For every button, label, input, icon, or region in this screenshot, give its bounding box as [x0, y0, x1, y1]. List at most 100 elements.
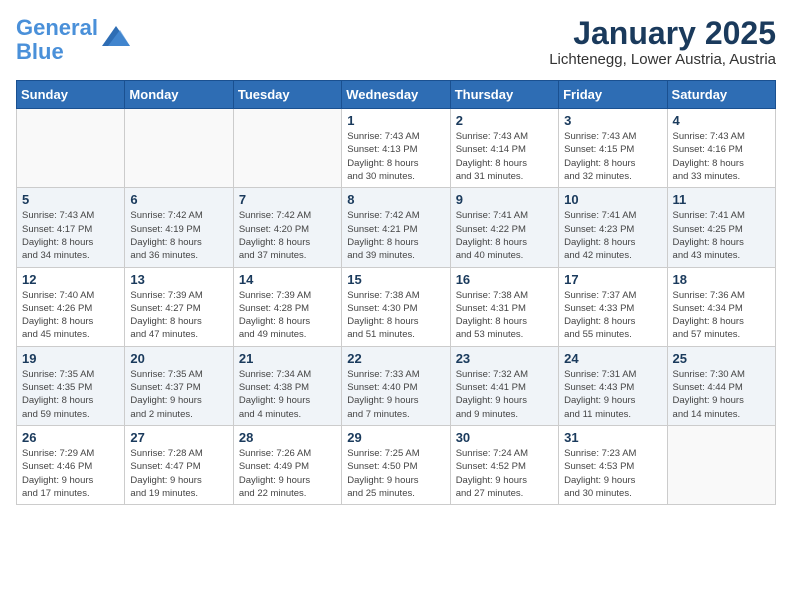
day-detail: Sunrise: 7:41 AMSunset: 4:23 PMDaylight:… — [564, 209, 661, 262]
day-cell: 21 Sunrise: 7:34 AMSunset: 4:38 PMDayligh… — [233, 346, 341, 425]
logo-icon — [102, 24, 130, 46]
day-cell: 22 Sunrise: 7:33 AMSunset: 4:40 PMDayligh… — [342, 346, 450, 425]
logo-text: General Blue — [16, 16, 98, 64]
day-number: 11 — [673, 192, 770, 207]
day-cell: 16 Sunrise: 7:38 AMSunset: 4:31 PMDayligh… — [450, 267, 558, 346]
day-header-saturday: Saturday — [667, 81, 775, 109]
week-row-1: 5 Sunrise: 7:43 AMSunset: 4:17 PMDaylight… — [17, 188, 776, 267]
day-detail: Sunrise: 7:29 AMSunset: 4:46 PMDaylight:… — [22, 447, 119, 500]
day-detail: Sunrise: 7:43 AMSunset: 4:13 PMDaylight:… — [347, 130, 444, 183]
day-cell: 10 Sunrise: 7:41 AMSunset: 4:23 PMDayligh… — [559, 188, 667, 267]
day-number: 5 — [22, 192, 119, 207]
day-number: 25 — [673, 351, 770, 366]
day-detail: Sunrise: 7:41 AMSunset: 4:22 PMDaylight:… — [456, 209, 553, 262]
day-number: 27 — [130, 430, 227, 445]
day-detail: Sunrise: 7:35 AMSunset: 4:35 PMDaylight:… — [22, 368, 119, 421]
day-detail: Sunrise: 7:32 AMSunset: 4:41 PMDaylight:… — [456, 368, 553, 421]
day-detail: Sunrise: 7:39 AMSunset: 4:28 PMDaylight:… — [239, 289, 336, 342]
day-detail: Sunrise: 7:33 AMSunset: 4:40 PMDaylight:… — [347, 368, 444, 421]
day-cell: 18Sunrise: 7:36 AMSunset: 4:34 PMDayligh… — [667, 267, 775, 346]
week-row-2: 12 Sunrise: 7:40 AMSunset: 4:26 PMDayligh… — [17, 267, 776, 346]
month-title: January 2025 — [549, 16, 776, 51]
day-number: 16 — [456, 272, 553, 287]
day-number: 2 — [456, 113, 553, 128]
day-detail: Sunrise: 7:28 AMSunset: 4:47 PMDaylight:… — [130, 447, 227, 500]
day-number: 26 — [22, 430, 119, 445]
day-detail: Sunrise: 7:41 AMSunset: 4:25 PMDaylight:… — [673, 209, 770, 262]
day-detail: Sunrise: 7:40 AMSunset: 4:26 PMDaylight:… — [22, 289, 119, 342]
day-cell: 25 Sunrise: 7:30 AMSunset: 4:44 PMDayligh… — [667, 346, 775, 425]
day-cell: 2 Sunrise: 7:43 AMSunset: 4:14 PMDaylight… — [450, 109, 558, 188]
title-section: January 2025 Lichtenegg, Lower Austria, … — [549, 16, 776, 68]
day-number: 22 — [347, 351, 444, 366]
day-number: 19 — [22, 351, 119, 366]
day-detail: Sunrise: 7:43 AMSunset: 4:15 PMDaylight:… — [564, 130, 661, 183]
day-cell: 30Sunrise: 7:24 AMSunset: 4:52 PMDayligh… — [450, 425, 558, 504]
day-number: 6 — [130, 192, 227, 207]
day-header-monday: Monday — [125, 81, 233, 109]
day-cell: 7Sunrise: 7:42 AMSunset: 4:20 PMDaylight… — [233, 188, 341, 267]
day-cell — [17, 109, 125, 188]
day-number: 9 — [456, 192, 553, 207]
day-header-wednesday: Wednesday — [342, 81, 450, 109]
day-cell: 15Sunrise: 7:38 AMSunset: 4:30 PMDayligh… — [342, 267, 450, 346]
day-detail: Sunrise: 7:23 AMSunset: 4:53 PMDaylight:… — [564, 447, 661, 500]
day-header-friday: Friday — [559, 81, 667, 109]
day-number: 8 — [347, 192, 444, 207]
day-number: 7 — [239, 192, 336, 207]
day-header-thursday: Thursday — [450, 81, 558, 109]
day-cell: 27 Sunrise: 7:28 AMSunset: 4:47 PMDayligh… — [125, 425, 233, 504]
day-number: 17 — [564, 272, 661, 287]
day-header-sunday: Sunday — [17, 81, 125, 109]
day-cell: 12 Sunrise: 7:40 AMSunset: 4:26 PMDayligh… — [17, 267, 125, 346]
day-detail: Sunrise: 7:43 AMSunset: 4:14 PMDaylight:… — [456, 130, 553, 183]
day-detail: Sunrise: 7:43 AMSunset: 4:17 PMDaylight:… — [22, 209, 119, 262]
day-detail: Sunrise: 7:43 AMSunset: 4:16 PMDaylight:… — [673, 130, 770, 183]
day-number: 10 — [564, 192, 661, 207]
day-cell: 29 Sunrise: 7:25 AMSunset: 4:50 PMDayligh… — [342, 425, 450, 504]
day-number: 21 — [239, 351, 336, 366]
day-number: 29 — [347, 430, 444, 445]
day-detail: Sunrise: 7:35 AMSunset: 4:37 PMDaylight:… — [130, 368, 227, 421]
day-number: 24 — [564, 351, 661, 366]
day-cell: 24 Sunrise: 7:31 AMSunset: 4:43 PMDayligh… — [559, 346, 667, 425]
day-cell: 23 Sunrise: 7:32 AMSunset: 4:41 PMDayligh… — [450, 346, 558, 425]
day-detail: Sunrise: 7:25 AMSunset: 4:50 PMDaylight:… — [347, 447, 444, 500]
day-detail: Sunrise: 7:34 AMSunset: 4:38 PMDaylight:… — [239, 368, 336, 421]
day-number: 23 — [456, 351, 553, 366]
day-number: 13 — [130, 272, 227, 287]
day-number: 12 — [22, 272, 119, 287]
day-cell: 14 Sunrise: 7:39 AMSunset: 4:28 PMDayligh… — [233, 267, 341, 346]
day-cell: 20 Sunrise: 7:35 AMSunset: 4:37 PMDayligh… — [125, 346, 233, 425]
week-row-4: 26 Sunrise: 7:29 AMSunset: 4:46 PMDayligh… — [17, 425, 776, 504]
day-cell: 4Sunrise: 7:43 AMSunset: 4:16 PMDaylight… — [667, 109, 775, 188]
day-cell: 6Sunrise: 7:42 AMSunset: 4:19 PMDaylight… — [125, 188, 233, 267]
day-detail: Sunrise: 7:31 AMSunset: 4:43 PMDaylight:… — [564, 368, 661, 421]
calendar-header-row: SundayMondayTuesdayWednesdayThursdayFrid… — [17, 81, 776, 109]
day-cell: 5 Sunrise: 7:43 AMSunset: 4:17 PMDaylight… — [17, 188, 125, 267]
day-detail: Sunrise: 7:36 AMSunset: 4:34 PMDaylight:… — [673, 289, 770, 342]
day-header-tuesday: Tuesday — [233, 81, 341, 109]
day-cell: 13 Sunrise: 7:39 AMSunset: 4:27 PMDayligh… — [125, 267, 233, 346]
day-number: 31 — [564, 430, 661, 445]
day-cell — [233, 109, 341, 188]
day-number: 1 — [347, 113, 444, 128]
day-cell: 9 Sunrise: 7:41 AMSunset: 4:22 PMDaylight… — [450, 188, 558, 267]
logo: General Blue — [16, 16, 130, 64]
day-detail: Sunrise: 7:38 AMSunset: 4:31 PMDaylight:… — [456, 289, 553, 342]
day-number: 3 — [564, 113, 661, 128]
day-number: 20 — [130, 351, 227, 366]
day-cell: 1 Sunrise: 7:43 AMSunset: 4:13 PMDaylight… — [342, 109, 450, 188]
day-cell: 28Sunrise: 7:26 AMSunset: 4:49 PMDayligh… — [233, 425, 341, 504]
day-cell: 11 Sunrise: 7:41 AMSunset: 4:25 PMDayligh… — [667, 188, 775, 267]
day-detail: Sunrise: 7:24 AMSunset: 4:52 PMDaylight:… — [456, 447, 553, 500]
day-number: 14 — [239, 272, 336, 287]
day-detail: Sunrise: 7:26 AMSunset: 4:49 PMDaylight:… — [239, 447, 336, 500]
day-cell: 31 Sunrise: 7:23 AMSunset: 4:53 PMDayligh… — [559, 425, 667, 504]
day-detail: Sunrise: 7:30 AMSunset: 4:44 PMDaylight:… — [673, 368, 770, 421]
page-header: General Blue January 2025 Lichtenegg, Lo… — [16, 16, 776, 68]
location: Lichtenegg, Lower Austria, Austria — [549, 51, 776, 68]
day-detail: Sunrise: 7:39 AMSunset: 4:27 PMDaylight:… — [130, 289, 227, 342]
day-cell: 3 Sunrise: 7:43 AMSunset: 4:15 PMDaylight… — [559, 109, 667, 188]
calendar-table: SundayMondayTuesdayWednesdayThursdayFrid… — [16, 80, 776, 505]
